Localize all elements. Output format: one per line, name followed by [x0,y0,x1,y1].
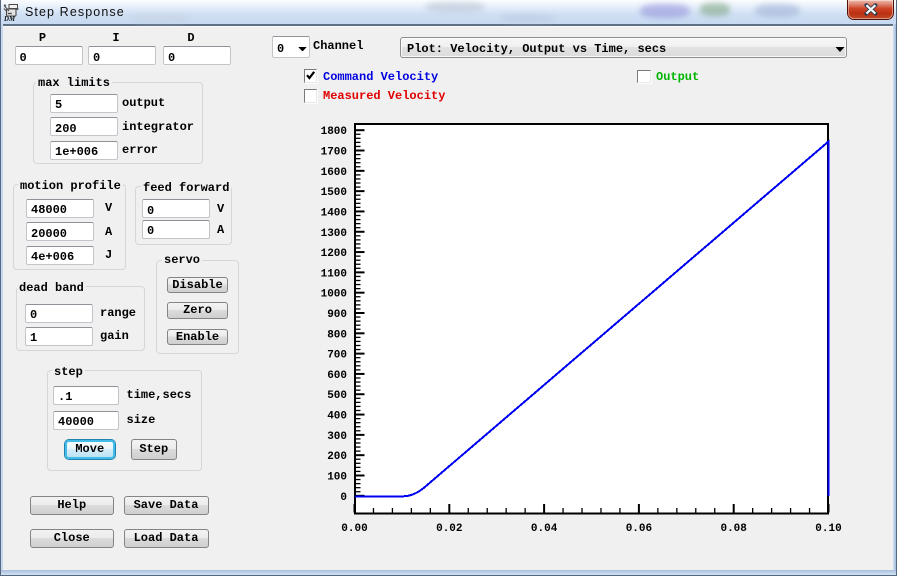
svg-text:DM: DM [3,16,16,21]
